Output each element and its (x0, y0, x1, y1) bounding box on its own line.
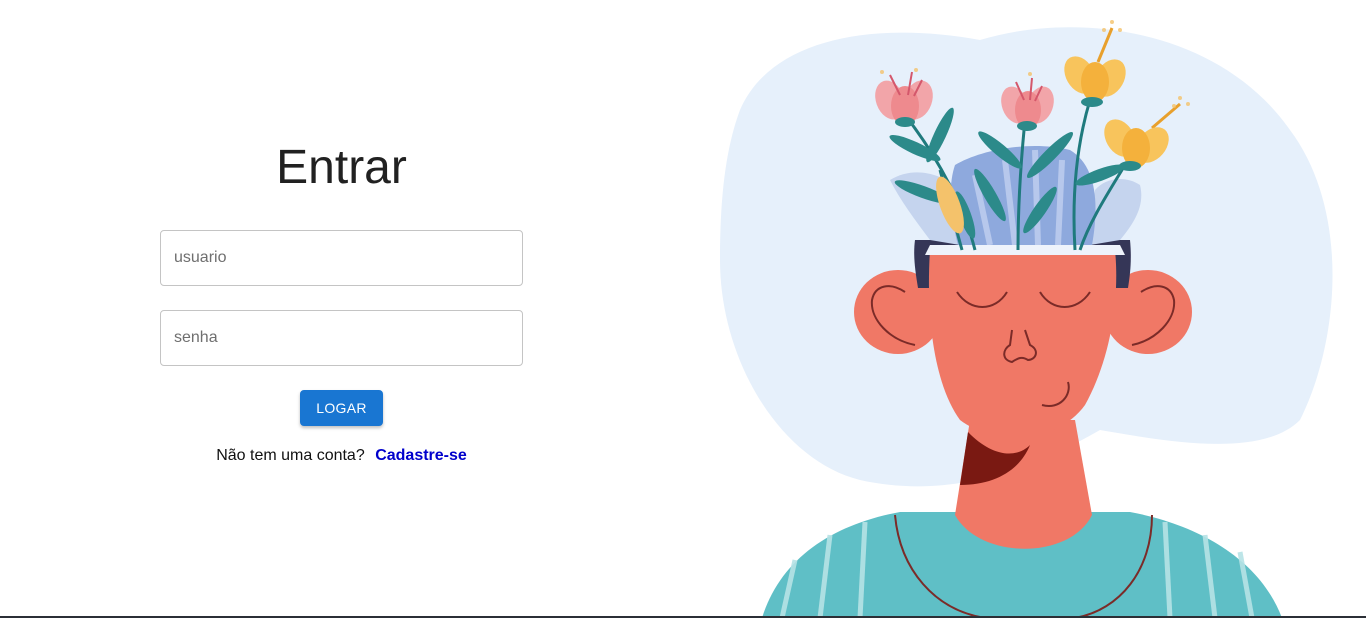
username-input[interactable] (160, 230, 523, 286)
signup-prompt: Não tem uma conta? Cadastre-se (160, 446, 523, 466)
mindfulness-illustration (720, 20, 1333, 618)
login-form: Entrar LOGAR Não tem uma conta? Cadastre… (160, 0, 523, 618)
page-title: Entrar (276, 141, 407, 194)
login-button[interactable]: LOGAR (300, 390, 383, 426)
password-input[interactable] (160, 310, 523, 366)
signup-link[interactable]: Cadastre-se (375, 447, 467, 464)
no-account-text: Não tem uma conta? (216, 447, 365, 464)
login-page: Entrar LOGAR Não tem uma conta? Cadastre… (0, 0, 1366, 618)
